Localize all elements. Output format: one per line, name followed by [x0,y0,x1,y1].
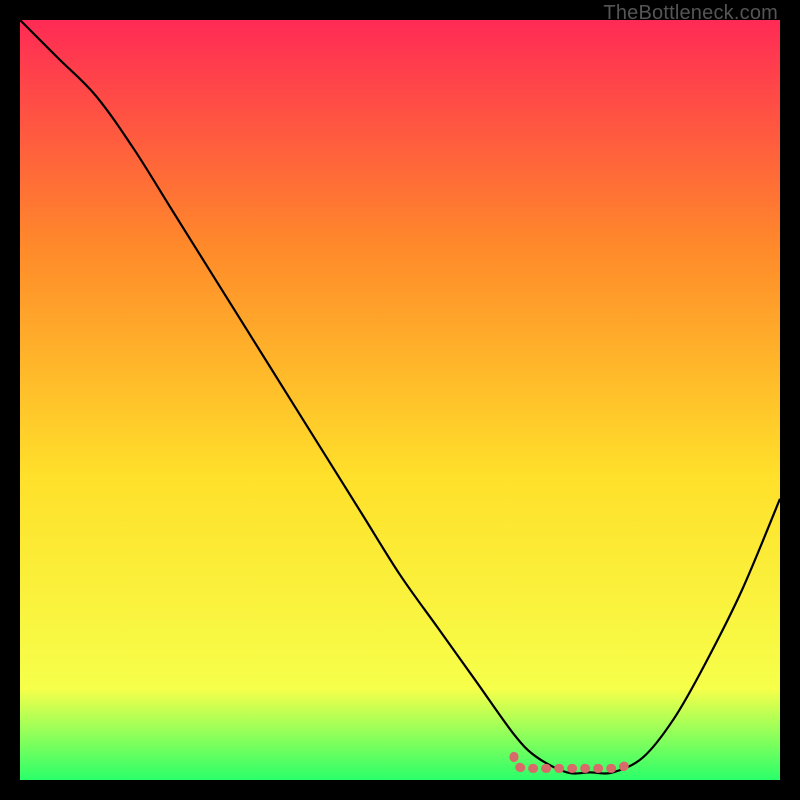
gradient-background [20,20,780,780]
watermark-text: TheBottleneck.com [603,2,778,25]
bottleneck-chart [20,20,780,780]
chart-frame [20,20,780,780]
